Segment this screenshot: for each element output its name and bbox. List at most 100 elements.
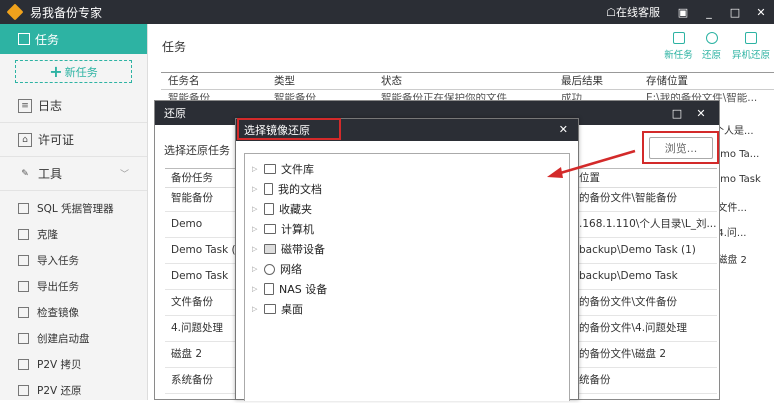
choose-restore-task-label: 选择还原任务 (164, 144, 230, 157)
expand-arrow-icon: ▷ (252, 245, 258, 253)
select-image-close-button[interactable]: ✕ (559, 119, 568, 141)
folder-icon (264, 164, 276, 174)
dialog-title-highlight-box (237, 118, 341, 140)
expand-arrow-icon: ▷ (252, 165, 258, 173)
expand-arrow-icon: ▷ (252, 305, 258, 313)
tool-clone[interactable]: 克隆 (0, 221, 147, 247)
tree-item-network[interactable]: ▷ 网络 (245, 259, 569, 279)
task-cell: 4.问题处理 (171, 322, 224, 334)
computer-icon (264, 224, 276, 234)
sidebar-item-tools[interactable]: ✎ 工具 ﹀ (0, 157, 147, 191)
tree-item-label: 我的文档 (278, 183, 322, 196)
titlebar-controls: ☖ 在线客服 ▣ _ □ ✕ (596, 0, 774, 24)
sidebar-item-task[interactable]: 任务 (0, 24, 147, 54)
sidebar-task-label: 任务 (35, 32, 60, 47)
tool-import-task[interactable]: 导入任务 (0, 247, 147, 273)
log-icon: ≡ (18, 98, 32, 113)
sidebar-item-license[interactable]: ⌂ 许可证 (0, 123, 147, 157)
red-arrow-icon (547, 149, 636, 178)
tool-label: 检查镜像 (37, 306, 79, 319)
task-cell: 系统备份 (171, 374, 213, 386)
tool-label: 克隆 (37, 228, 58, 241)
tool-p2v-restore[interactable]: P2V 还原 (0, 377, 147, 403)
expand-arrow-icon: ▷ (252, 225, 258, 233)
tape-icon (264, 244, 276, 254)
minimize-button[interactable]: _ (696, 0, 722, 24)
location-cell: 的备份文件\磁盘 2 (579, 348, 667, 360)
location-cell: backup\Demo Task (579, 270, 678, 282)
tool-export-task[interactable]: 导出任务 (0, 273, 147, 299)
tool-sql-credentials[interactable]: SQL 凭据管理器 (0, 195, 147, 221)
tree-item-favorites[interactable]: ▷ 收藏夹 (245, 199, 569, 219)
tool-label: P2V 拷贝 (37, 358, 82, 371)
location-cell: 的备份文件\文件备份 (579, 296, 678, 308)
location-cell: 统备份 (579, 374, 611, 386)
tree-item-library[interactable]: ▷ 文件库 (245, 159, 569, 179)
chevron-down-icon: ﹀ (119, 170, 129, 180)
document-icon (264, 183, 273, 195)
nas-icon (264, 283, 274, 295)
credential-icon (18, 202, 29, 214)
menu-button[interactable]: ▣ (670, 0, 696, 24)
tool-label: 创建启动盘 (37, 332, 90, 345)
license-icon: ⌂ (18, 132, 32, 147)
expand-arrow-icon: ▷ (252, 185, 258, 193)
task-cell: 文件备份 (171, 296, 213, 308)
page-title: 任务 (162, 40, 187, 54)
task-check-icon (18, 33, 30, 45)
tasks-table-header: 任务名 类型 状态 最后结果 存储位置 (161, 72, 774, 90)
tool-label: 导入任务 (37, 254, 79, 267)
sidebar: 任务 + 新任务 ≡ 日志 ⌂ 许可证 ✎ 工具 ﹀ SQL 凭据管理器 克隆 导入任务 … (0, 24, 148, 400)
column-header[interactable]: 备份任务 (171, 169, 213, 187)
app-logo-icon (6, 3, 24, 21)
import-icon (18, 254, 29, 266)
maximize-button[interactable]: □ (722, 0, 748, 24)
online-service-label: 在线客服 (616, 6, 660, 19)
location-cell: emo Ta... (714, 149, 760, 160)
p2v-restore-icon (18, 384, 29, 396)
tree-item-label: 收藏夹 (279, 203, 312, 216)
tasks-location-column-partial: 个人是... emo Ta... emo Task \文件... \4.问...… (714, 24, 774, 304)
tree-item-tape[interactable]: ▷ 磁带设备 (245, 239, 569, 259)
desktop-icon (264, 304, 276, 314)
new-task-button[interactable]: + 新任务 (15, 60, 132, 83)
task-cell: Demo Task (171, 270, 229, 282)
task-cell: Demo (171, 218, 203, 230)
browse-button[interactable]: 浏览... (649, 137, 713, 159)
tree-item-computer[interactable]: ▷ 计算机 (245, 219, 569, 239)
tool-check-image[interactable]: 检查镜像 (0, 299, 147, 325)
column-header[interactable]: 任务名 (161, 73, 267, 89)
toolbar-new-task-button[interactable]: 新任务 (662, 32, 695, 61)
check-image-icon (18, 306, 29, 318)
tool-p2v-copy[interactable]: P2V 拷贝 (0, 351, 147, 377)
online-service-button[interactable]: ☖ 在线客服 (596, 0, 670, 24)
app-title: 易我备份专家 (30, 5, 103, 20)
column-header[interactable]: 最后结果 (554, 73, 639, 89)
location-cell: 的备份文件\智能备份 (579, 192, 678, 204)
restore-dialog-title: 还原 (164, 107, 186, 120)
column-header[interactable]: 类型 (267, 73, 374, 89)
new-task-icon (672, 32, 685, 44)
location-cell: .168.1.110\个人目录\L_刘... (579, 218, 717, 230)
column-header[interactable]: 状态 (374, 73, 554, 89)
tree-item-desktop[interactable]: ▷ 桌面 (245, 299, 569, 319)
clone-icon (18, 228, 29, 240)
tree-item-label: 网络 (280, 263, 302, 276)
tool-label: SQL 凭据管理器 (37, 202, 114, 215)
dialog-maximize-button[interactable]: □ (665, 107, 689, 120)
dialog-close-button[interactable]: ✕ (689, 107, 713, 120)
tree-item-nas[interactable]: ▷ NAS 设备 (245, 279, 569, 299)
p2v-copy-icon (18, 358, 29, 370)
new-task-label: 新任务 (64, 65, 98, 79)
location-cell: 的备份文件\4.问题处理 (579, 322, 688, 334)
sidebar-item-log[interactable]: ≡ 日志 (0, 89, 147, 123)
sidebar-item-label: 日志 (38, 99, 63, 113)
plus-icon: + (49, 62, 63, 81)
tree-item-label: 计算机 (281, 223, 314, 236)
app-titlebar: 易我备份专家 ☖ 在线客服 ▣ _ □ ✕ (0, 0, 774, 24)
close-button[interactable]: ✕ (748, 0, 774, 24)
tree-item-my-documents[interactable]: ▷ 我的文档 (245, 179, 569, 199)
tool-label: 导出任务 (37, 280, 79, 293)
task-cell: 智能备份 (171, 192, 213, 204)
tool-boot-disk[interactable]: 创建启动盘 (0, 325, 147, 351)
